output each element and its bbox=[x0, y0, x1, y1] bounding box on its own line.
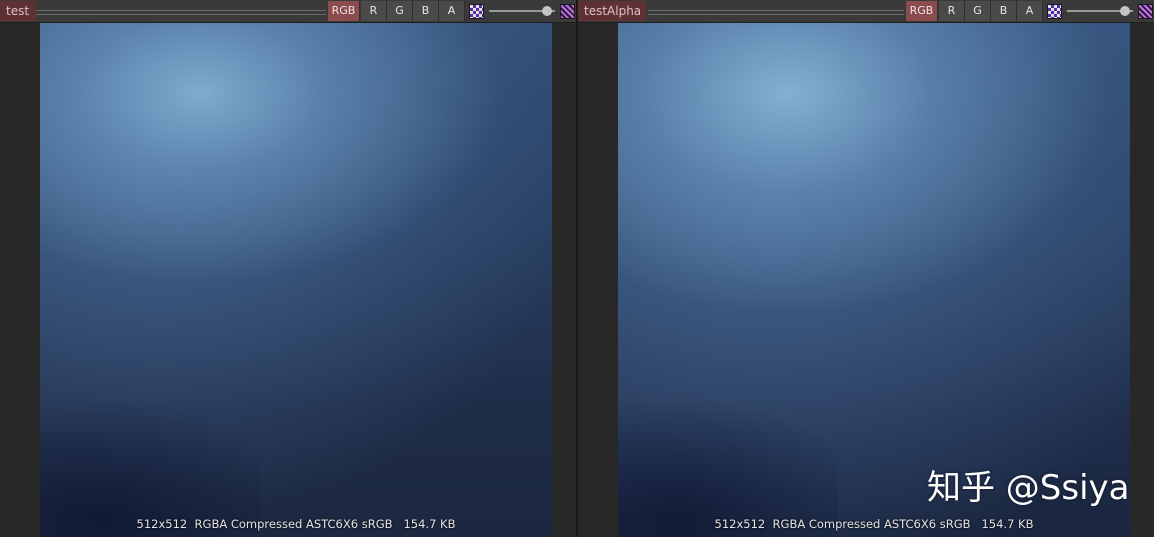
texture-name-label: test bbox=[0, 1, 36, 21]
preview-toolbar: test RGB R G B A bbox=[0, 0, 576, 23]
mip-level-slider[interactable] bbox=[489, 1, 555, 21]
channel-button-r[interactable]: R bbox=[939, 1, 965, 21]
channel-button-a[interactable]: A bbox=[1017, 1, 1043, 21]
channel-button-a[interactable]: A bbox=[439, 1, 465, 21]
preview-shade bbox=[40, 397, 260, 537]
texture-name-label: testAlpha bbox=[578, 1, 646, 21]
slider-thumb[interactable] bbox=[542, 6, 552, 16]
slider-thumb[interactable] bbox=[1120, 6, 1130, 16]
texture-info-label: 512x512 RGBA Compressed ASTC6X6 sRGB 154… bbox=[136, 517, 456, 531]
preview-toolbar: testAlpha RGB R G B A bbox=[578, 0, 1154, 23]
toolbar-grip bbox=[36, 10, 326, 15]
alpha-blend-icon[interactable] bbox=[560, 4, 575, 19]
texture-preview-image: 512x512 RGBA Compressed ASTC6X6 sRGB 154… bbox=[40, 23, 552, 537]
channel-button-g[interactable]: G bbox=[965, 1, 991, 21]
texture-info-label: 512x512 RGBA Compressed ASTC6X6 sRGB 154… bbox=[714, 517, 1034, 531]
watermark-text: 知乎 @Ssiya bbox=[927, 468, 1130, 508]
channel-button-r[interactable]: R bbox=[361, 1, 387, 21]
checker-icon[interactable] bbox=[1047, 4, 1062, 19]
texture-preview-panel: testAlpha RGB R G B A 512x512 RGBA Compr… bbox=[578, 0, 1154, 537]
channel-button-rgb[interactable]: RGB bbox=[906, 1, 938, 21]
toolbar-grip bbox=[648, 10, 904, 15]
checker-icon[interactable] bbox=[469, 4, 484, 19]
texture-preview-panel: test RGB R G B A 512x512 RGBA Compressed… bbox=[0, 0, 576, 537]
alpha-blend-icon[interactable] bbox=[1138, 4, 1153, 19]
channel-button-b[interactable]: B bbox=[991, 1, 1017, 21]
channel-button-rgb[interactable]: RGB bbox=[328, 1, 360, 21]
channel-button-g[interactable]: G bbox=[387, 1, 413, 21]
channel-button-b[interactable]: B bbox=[413, 1, 439, 21]
mip-level-slider[interactable] bbox=[1067, 1, 1133, 21]
preview-shade bbox=[618, 397, 838, 537]
